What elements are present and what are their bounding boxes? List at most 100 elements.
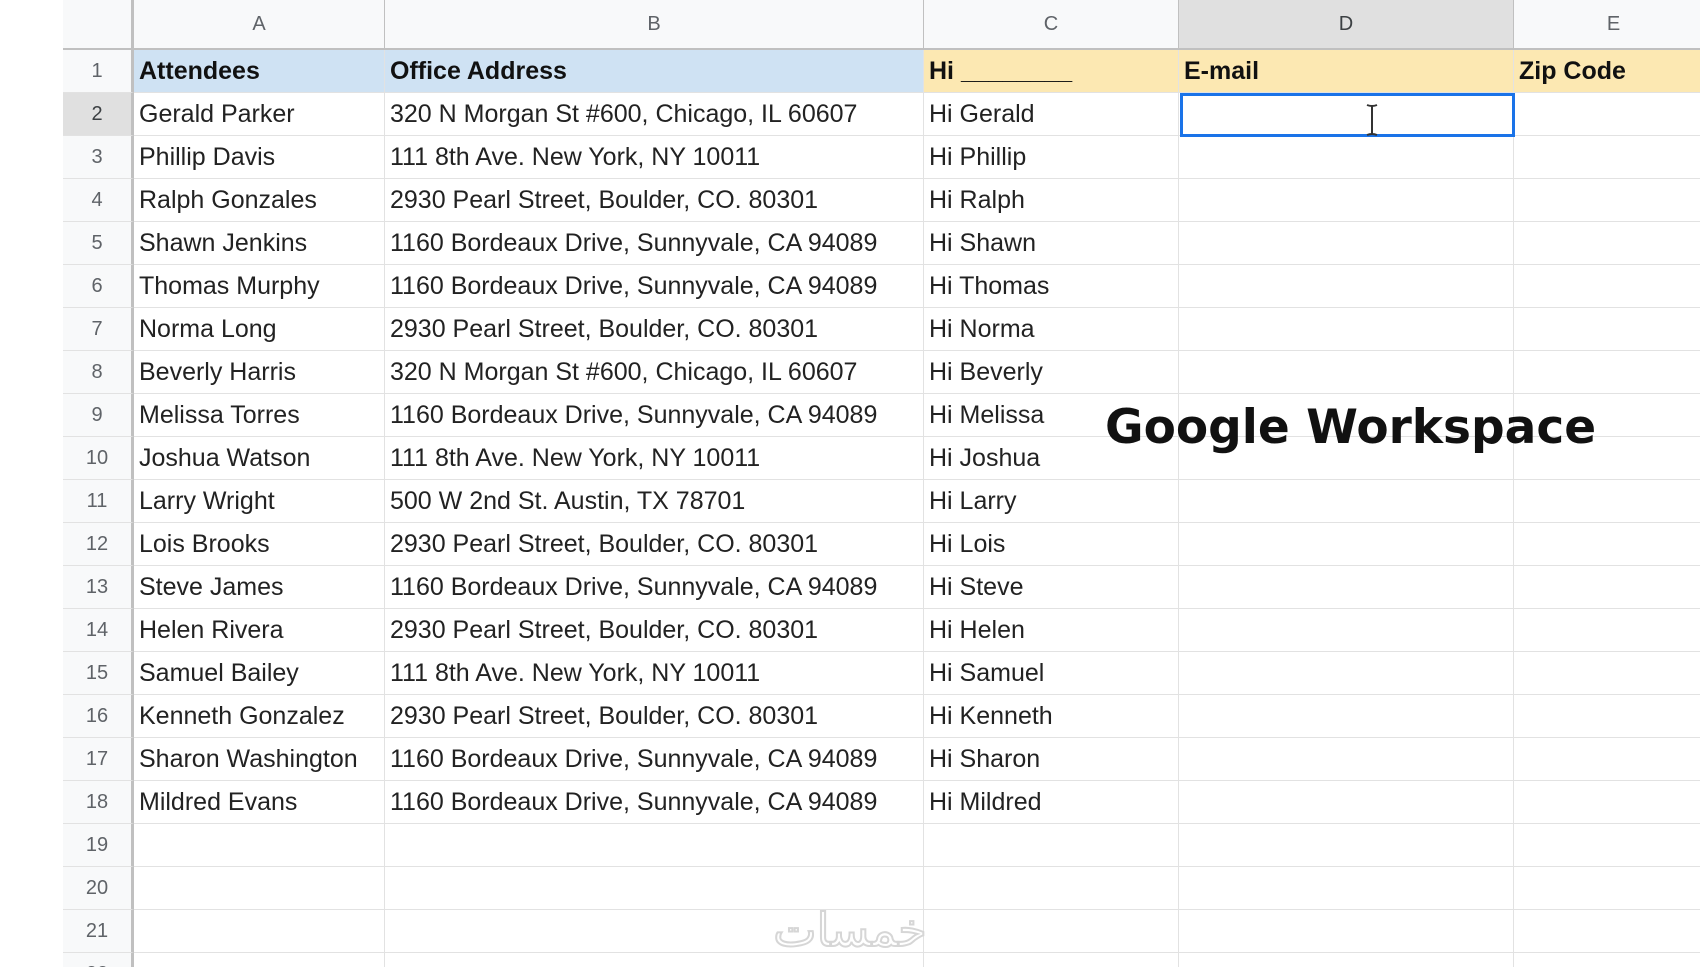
column-header-e[interactable]: E — [1514, 0, 1700, 50]
table-cell[interactable] — [1514, 566, 1700, 609]
table-cell[interactable] — [924, 824, 1179, 867]
table-cell[interactable]: 2930 Pearl Street, Boulder, CO. 80301 — [385, 609, 924, 652]
table-cell[interactable]: Kenneth Gonzalez — [134, 695, 385, 738]
row-header[interactable]: 20 — [63, 867, 134, 910]
table-cell[interactable]: Norma Long — [134, 308, 385, 351]
table-cell[interactable] — [1179, 695, 1514, 738]
row-header[interactable]: 10 — [63, 437, 134, 480]
table-cell[interactable] — [1179, 867, 1514, 910]
table-cell[interactable] — [1514, 308, 1700, 351]
table-cell[interactable]: Hi Shawn — [924, 222, 1179, 265]
table-cell[interactable] — [1179, 566, 1514, 609]
table-cell[interactable]: 1160 Bordeaux Drive, Sunnyvale, CA 94089 — [385, 781, 924, 824]
table-cell[interactable] — [924, 953, 1179, 967]
row-header[interactable]: 14 — [63, 609, 134, 652]
table-cell[interactable] — [1514, 867, 1700, 910]
column-header-a[interactable]: A — [134, 0, 385, 50]
table-cell[interactable] — [1179, 480, 1514, 523]
column-header-b[interactable]: B — [385, 0, 924, 50]
row-header[interactable]: 13 — [63, 566, 134, 609]
table-cell[interactable]: 1160 Bordeaux Drive, Sunnyvale, CA 94089 — [385, 738, 924, 781]
row-header[interactable]: 18 — [63, 781, 134, 824]
table-cell[interactable] — [134, 910, 385, 953]
table-cell[interactable]: Hi Kenneth — [924, 695, 1179, 738]
header-cell[interactable]: Office Address — [385, 50, 924, 93]
table-cell[interactable]: Gerald Parker — [134, 93, 385, 136]
table-cell[interactable] — [1514, 480, 1700, 523]
table-cell[interactable] — [385, 824, 924, 867]
table-cell[interactable]: Sharon Washington — [134, 738, 385, 781]
table-cell[interactable]: Ralph Gonzales — [134, 179, 385, 222]
table-cell[interactable] — [1179, 265, 1514, 308]
table-cell[interactable] — [1179, 609, 1514, 652]
row-header[interactable]: 4 — [63, 179, 134, 222]
table-cell[interactable] — [1179, 781, 1514, 824]
table-cell[interactable]: 2930 Pearl Street, Boulder, CO. 80301 — [385, 308, 924, 351]
table-cell[interactable] — [1514, 222, 1700, 265]
table-cell[interactable]: 111 8th Ave. New York, NY 10011 — [385, 437, 924, 480]
table-cell[interactable] — [1179, 652, 1514, 695]
row-header[interactable]: 1 — [63, 50, 134, 93]
table-cell[interactable] — [1514, 179, 1700, 222]
row-header[interactable]: 19 — [63, 824, 134, 867]
row-header[interactable]: 22 — [63, 953, 134, 967]
table-cell[interactable]: Hi Norma — [924, 308, 1179, 351]
table-cell[interactable]: Hi Thomas — [924, 265, 1179, 308]
row-header[interactable]: 5 — [63, 222, 134, 265]
table-cell[interactable]: 111 8th Ave. New York, NY 10011 — [385, 652, 924, 695]
column-header-d[interactable]: D — [1179, 0, 1514, 50]
table-cell[interactable] — [1179, 179, 1514, 222]
table-cell[interactable] — [1514, 695, 1700, 738]
table-cell[interactable]: 500 W 2nd St. Austin, TX 78701 — [385, 480, 924, 523]
table-cell[interactable]: Hi Steve — [924, 566, 1179, 609]
table-cell[interactable] — [1179, 523, 1514, 566]
select-all-corner[interactable] — [63, 0, 134, 50]
row-header[interactable]: 7 — [63, 308, 134, 351]
table-cell[interactable] — [1514, 351, 1700, 394]
table-cell[interactable]: Hi Sharon — [924, 738, 1179, 781]
row-header[interactable]: 11 — [63, 480, 134, 523]
table-cell[interactable] — [1179, 308, 1514, 351]
table-cell[interactable] — [1514, 136, 1700, 179]
table-cell[interactable]: Hi Ralph — [924, 179, 1179, 222]
row-header[interactable]: 21 — [63, 910, 134, 953]
table-cell[interactable] — [1179, 953, 1514, 967]
table-cell[interactable]: Steve James — [134, 566, 385, 609]
table-cell[interactable] — [134, 867, 385, 910]
row-header[interactable]: 12 — [63, 523, 134, 566]
table-cell[interactable]: 111 8th Ave. New York, NY 10011 — [385, 136, 924, 179]
table-cell[interactable]: Beverly Harris — [134, 351, 385, 394]
spreadsheet-grid[interactable]: ABCDE 1 Attendees Office Address Hi _______… — [63, 0, 1700, 967]
table-cell[interactable] — [924, 867, 1179, 910]
table-cell[interactable] — [1514, 953, 1700, 967]
table-cell[interactable]: Hi Gerald — [924, 93, 1179, 136]
table-cell[interactable]: Hi Phillip — [924, 136, 1179, 179]
table-cell[interactable] — [1179, 738, 1514, 781]
table-cell[interactable] — [134, 824, 385, 867]
table-cell[interactable]: Melissa Torres — [134, 394, 385, 437]
table-cell[interactable]: 320 N Morgan St #600, Chicago, IL 60607 — [385, 93, 924, 136]
table-cell[interactable] — [1179, 910, 1514, 953]
table-cell[interactable]: Shawn Jenkins — [134, 222, 385, 265]
table-cell[interactable]: 2930 Pearl Street, Boulder, CO. 80301 — [385, 179, 924, 222]
table-cell[interactable]: Hi Helen — [924, 609, 1179, 652]
header-cell[interactable]: Zip Code — [1514, 50, 1700, 93]
table-cell[interactable] — [1179, 351, 1514, 394]
row-header[interactable]: 15 — [63, 652, 134, 695]
table-cell[interactable]: 2930 Pearl Street, Boulder, CO. 80301 — [385, 695, 924, 738]
header-cell[interactable]: E-mail — [1179, 50, 1514, 93]
table-cell[interactable] — [1514, 265, 1700, 308]
row-header[interactable]: 9 — [63, 394, 134, 437]
table-cell[interactable]: Phillip Davis — [134, 136, 385, 179]
table-cell[interactable] — [1514, 609, 1700, 652]
table-cell[interactable] — [1514, 93, 1700, 136]
table-cell[interactable]: Hi Lois — [924, 523, 1179, 566]
row-header[interactable]: 17 — [63, 738, 134, 781]
table-cell[interactable]: 1160 Bordeaux Drive, Sunnyvale, CA 94089 — [385, 394, 924, 437]
table-cell[interactable] — [1514, 824, 1700, 867]
row-header[interactable]: 2 — [63, 93, 134, 136]
table-cell[interactable] — [1179, 222, 1514, 265]
table-cell[interactable] — [1514, 738, 1700, 781]
table-cell[interactable]: Hi Larry — [924, 480, 1179, 523]
table-cell[interactable] — [1514, 523, 1700, 566]
